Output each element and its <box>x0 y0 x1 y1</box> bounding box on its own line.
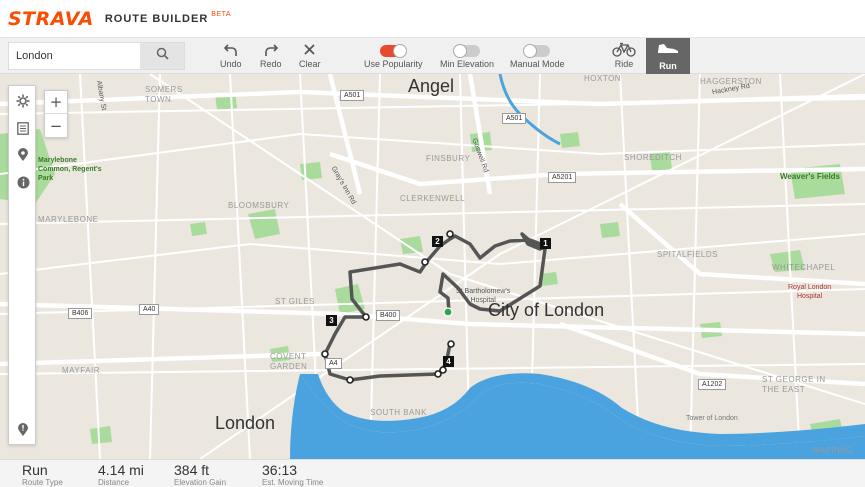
stat-caption: Route Type <box>22 478 63 487</box>
clear-label: Clear <box>299 59 321 69</box>
search-input[interactable] <box>9 43 140 69</box>
clear-button[interactable]: Clear <box>299 40 321 72</box>
stat-distance: 4.14 mi Distance <box>98 462 144 487</box>
undo-button[interactable]: Undo <box>220 40 242 72</box>
road-shield: A1202 <box>698 379 727 390</box>
undo-label: Undo <box>220 59 242 69</box>
beta-badge: BETA <box>211 11 232 18</box>
stat-value: 4.14 mi <box>98 462 144 478</box>
redo-button[interactable]: Redo <box>260 40 282 72</box>
ride-label: Ride <box>614 59 634 69</box>
stat-value: 384 ft <box>174 462 210 478</box>
info-icon[interactable] <box>14 173 32 191</box>
bicycle-icon <box>612 40 636 59</box>
manual-mode-toggle[interactable]: Manual Mode <box>510 40 565 72</box>
road-shield: A501 <box>340 90 365 101</box>
road-shield: B406 <box>68 308 93 319</box>
route-marker[interactable]: 4 <box>443 356 454 367</box>
run-label: Run <box>659 61 677 71</box>
min-elevation-label: Min Elevation <box>440 59 495 69</box>
route-marker[interactable]: 1 <box>540 238 551 249</box>
close-icon <box>303 40 316 59</box>
route-stats-bar: Run Route Type 4.14 mi Distance 384 ft E… <box>0 459 865 487</box>
min-elevation-toggle[interactable]: Min Elevation <box>440 40 494 72</box>
manual-mode-label: Manual Mode <box>510 59 565 69</box>
map-pin-icon[interactable] <box>14 146 32 164</box>
gear-icon[interactable] <box>14 92 32 110</box>
toolbar: Undo Redo Clear Use Popularity Min Eleva… <box>0 38 865 74</box>
toggle-switch <box>453 44 481 58</box>
zoom-in-button[interactable]: + <box>45 91 67 114</box>
map-graphics <box>0 74 865 459</box>
stat-caption: Elevation Gain <box>174 478 227 487</box>
road-shield: A501 <box>502 113 527 124</box>
route-marker[interactable]: 2 <box>432 236 443 247</box>
road-shield: B400 <box>376 310 401 321</box>
alert-pin-icon[interactable] <box>14 420 32 438</box>
app-title: ROUTE BUILDER <box>104 12 209 25</box>
route-marker[interactable]: 3 <box>326 315 337 326</box>
zoom-out-button[interactable]: − <box>45 114 67 137</box>
redo-icon <box>264 40 278 59</box>
undo-icon <box>223 40 238 59</box>
run-button[interactable]: Run <box>646 38 690 74</box>
map-canvas[interactable]: Angel City of London London SOMERS TOWN … <box>0 74 865 459</box>
road-shield: A5201 <box>548 172 577 183</box>
road-shield: A40 <box>139 304 160 315</box>
app-header: STRAVA ROUTE BUILDER BETA <box>0 0 865 38</box>
ride-button[interactable]: Ride <box>612 40 636 72</box>
redo-label: Redo <box>260 59 282 69</box>
list-icon[interactable] <box>14 119 32 137</box>
road-shield: A4 <box>325 358 342 369</box>
zoom-control: + − <box>44 90 68 138</box>
stat-moving-time: 36:13 Est. Moving Time <box>262 462 323 487</box>
use-popularity-toggle[interactable]: Use Popularity <box>364 40 423 72</box>
stat-elevation: 384 ft Elevation Gain <box>174 462 226 487</box>
strava-logo[interactable]: STRAVA <box>8 8 94 30</box>
stat-caption: Est. Moving Time <box>262 478 324 487</box>
stat-value: 36:13 <box>262 462 298 478</box>
stat-route-type: Run Route Type <box>22 462 63 487</box>
search-button[interactable] <box>140 43 184 69</box>
map-tools-rail <box>8 85 36 445</box>
shoe-icon <box>656 41 680 60</box>
toggle-switch <box>380 44 408 58</box>
stat-value: Run <box>22 462 48 478</box>
search-icon <box>156 47 169 65</box>
search-box <box>8 42 185 70</box>
stat-caption: Distance <box>98 478 130 487</box>
toggle-switch <box>523 44 551 58</box>
use-popularity-label: Use Popularity <box>364 59 423 69</box>
